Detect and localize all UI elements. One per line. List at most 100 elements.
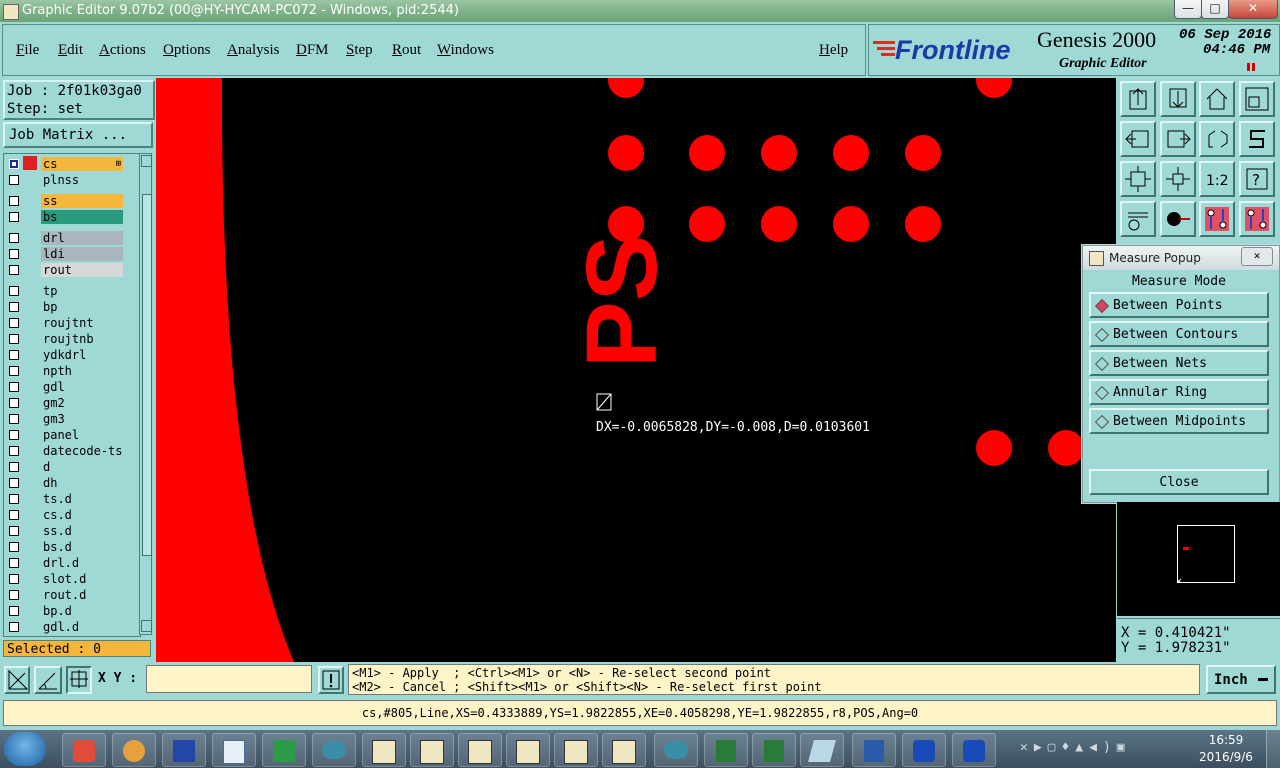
show-desktop-button[interactable]	[1266, 730, 1280, 768]
toolbar-button[interactable]	[1199, 81, 1235, 117]
layer-row[interactable]: panel	[7, 428, 125, 442]
layer-checkbox[interactable]	[9, 334, 19, 344]
scroll-up-arrow-icon[interactable]	[141, 155, 152, 167]
popup-close-icon[interactable]: ✕	[1241, 247, 1273, 266]
option-between-points[interactable]: Between Points	[1089, 292, 1269, 318]
menu-analysis[interactable]: Analysis	[227, 42, 280, 59]
taskbar-window-icon[interactable]	[506, 733, 550, 767]
layer-row[interactable]: cs.d	[7, 508, 125, 522]
toolbar-button[interactable]	[1199, 201, 1235, 237]
toolbar-button[interactable]	[1120, 121, 1156, 157]
layer-checkbox[interactable]	[9, 478, 19, 488]
layer-checkbox[interactable]	[9, 212, 19, 222]
taskbar-app-icon[interactable]	[112, 733, 156, 767]
taskbar-window-icon[interactable]	[410, 733, 454, 767]
layer-checkbox[interactable]	[9, 542, 19, 552]
toolbar-button[interactable]	[1160, 81, 1196, 117]
layer-checkbox[interactable]	[9, 446, 19, 456]
layer-checkbox[interactable]	[9, 382, 19, 392]
layer-checkbox[interactable]	[9, 265, 19, 275]
layer-row[interactable]: gdl.d	[7, 620, 125, 634]
layer-row[interactable]: npth	[7, 364, 125, 378]
layer-row[interactable]: tp	[7, 284, 125, 298]
scroll-down-arrow-icon[interactable]	[141, 620, 152, 632]
layer-row[interactable]: ldi	[7, 247, 125, 261]
menu-help[interactable]: Help	[819, 42, 848, 59]
job-matrix-button[interactable]: Job Matrix ...	[3, 122, 153, 148]
taskbar-window-icon[interactable]	[602, 733, 646, 767]
taskbar-app-icon[interactable]	[800, 733, 844, 767]
graphic-canvas[interactable]: PS DX=-0.0065828,DY=-0.008,D=0.0103601	[156, 78, 1116, 662]
toolbar-button[interactable]	[1239, 81, 1275, 117]
layer-list[interactable]: cs ⊞ plnss ss bs drl ldi rout tp bp roujtnt roujtnb…	[3, 153, 141, 637]
overview-map[interactable]: ×	[1117, 502, 1280, 616]
layer-row[interactable]: rout	[7, 263, 125, 277]
taskbar-window-icon[interactable]	[458, 733, 502, 767]
option-between-nets[interactable]: Between Nets	[1089, 350, 1269, 376]
layer-row[interactable]: cs ⊞	[7, 156, 125, 171]
start-button[interactable]	[4, 732, 46, 766]
layer-checkbox[interactable]	[9, 286, 19, 296]
menu-actions[interactable]: Actions	[99, 42, 146, 59]
taskbar-frontline-icon[interactable]	[952, 733, 996, 767]
layer-checkbox[interactable]	[9, 175, 19, 185]
alert-button[interactable]	[318, 666, 344, 694]
taskbar-excel-icon[interactable]	[704, 733, 748, 767]
taskbar-window-icon[interactable]	[554, 733, 598, 767]
taskbar-app-icon[interactable]	[62, 733, 106, 767]
layer-row[interactable]: roujtnt	[7, 316, 125, 330]
layer-row[interactable]: plnss	[7, 173, 125, 187]
layer-checkbox[interactable]	[9, 233, 19, 243]
taskbar-notepad-icon[interactable]	[212, 733, 256, 767]
toolbar-button[interactable]	[1160, 201, 1196, 237]
xy-input[interactable]	[146, 665, 312, 693]
layer-checkbox[interactable]	[9, 622, 19, 632]
layer-row[interactable]: d	[7, 460, 125, 474]
toolbar-button[interactable]	[1239, 121, 1275, 157]
layer-checkbox[interactable]	[9, 526, 19, 536]
layer-checkbox[interactable]	[9, 366, 19, 376]
toolbar-button[interactable]: ?	[1239, 161, 1275, 197]
option-between-contours[interactable]: Between Contours	[1089, 321, 1269, 347]
layer-row[interactable]: bp.d	[7, 604, 125, 618]
layer-checkbox[interactable]	[9, 574, 19, 584]
menu-options[interactable]: Options	[163, 42, 211, 59]
layer-checkbox[interactable]	[9, 318, 19, 328]
taskbar-app-icon[interactable]	[262, 733, 306, 767]
toolbar-button[interactable]	[1199, 121, 1235, 157]
popup-close-button[interactable]: Close	[1089, 469, 1269, 495]
toolbar-button[interactable]	[1120, 201, 1156, 237]
layer-row[interactable]: dh	[7, 476, 125, 490]
layer-checkbox[interactable]	[9, 159, 19, 169]
layer-row[interactable]: gm2	[7, 396, 125, 410]
menu-rout[interactable]: Rout	[392, 42, 421, 59]
toolbar-button[interactable]	[1160, 161, 1196, 197]
snap-angle-button[interactable]	[34, 666, 62, 694]
taskbar-app-icon[interactable]	[654, 733, 698, 767]
toolbar-button[interactable]	[1120, 161, 1156, 197]
taskbar-frontline-icon[interactable]	[902, 733, 946, 767]
layer-checkbox[interactable]	[9, 350, 19, 360]
layer-row[interactable]: roujtnb	[7, 332, 125, 346]
toolbar-button[interactable]	[1120, 81, 1156, 117]
layer-row[interactable]: drl	[7, 231, 125, 245]
taskbar-excel-icon[interactable]	[752, 733, 796, 767]
layer-row[interactable]: gm3	[7, 412, 125, 426]
layer-row[interactable]: datecode-ts	[7, 444, 125, 458]
taskbar-save-icon[interactable]	[162, 733, 206, 767]
maximize-button[interactable]: □	[1201, 0, 1229, 19]
tray-icons[interactable]: ✕▶▢♦▲◀)▣	[1020, 740, 1131, 755]
snap-center-button[interactable]	[66, 666, 92, 694]
layer-row[interactable]: bs	[7, 210, 125, 224]
layer-checkbox[interactable]	[9, 462, 19, 472]
scrollbar-thumb[interactable]	[142, 194, 152, 556]
layer-checkbox[interactable]	[9, 414, 19, 424]
layer-row[interactable]: ts.d	[7, 492, 125, 506]
pcb-drawing[interactable]: PS DX=-0.0065828,DY=-0.008,D=0.0103601	[156, 78, 1116, 662]
layer-row[interactable]: ss	[7, 194, 125, 208]
layer-checkbox[interactable]	[9, 302, 19, 312]
layer-list-scrollbar[interactable]	[139, 153, 152, 635]
menu-file[interactable]: File	[16, 42, 39, 59]
layer-row[interactable]: bp	[7, 300, 125, 314]
option-annular-ring[interactable]: Annular Ring	[1089, 379, 1269, 405]
